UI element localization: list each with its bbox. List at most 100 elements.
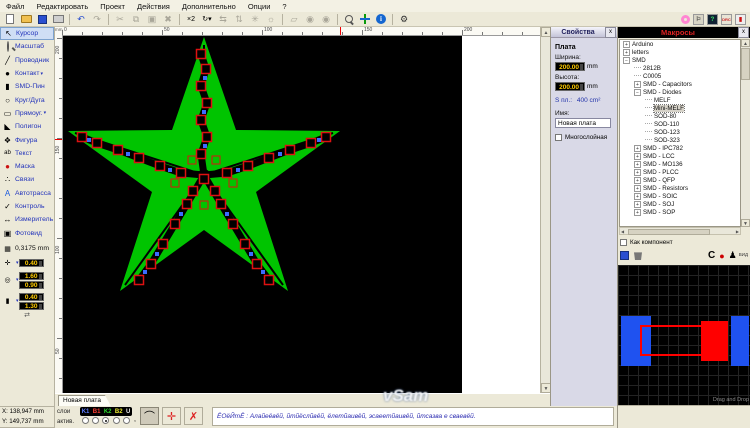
tree-item[interactable]: Mini-MELF — [620, 104, 740, 112]
tree-item[interactable]: C0005 — [620, 72, 740, 80]
undo-button[interactable]: ↶ — [74, 13, 88, 26]
tree-item[interactable]: SOD-110 — [620, 120, 740, 128]
smd-width-field[interactable]: 0.40 — [19, 293, 44, 301]
help-check-icon[interactable]: ? — [707, 14, 718, 25]
expand-plus-icon[interactable]: + — [634, 209, 641, 216]
layer-B2[interactable]: B2 — [115, 409, 123, 415]
board-height-field[interactable]: 200.00 — [555, 82, 585, 91]
save-button[interactable] — [35, 13, 49, 26]
tree-item[interactable]: +SMD - Capacitors — [620, 80, 740, 88]
tree-item[interactable]: MELF — [620, 96, 740, 104]
swap-values-icon[interactable]: ⇄ — [0, 311, 54, 319]
tool-conductor[interactable]: ╱Проводник — [0, 54, 54, 67]
smd-size-icon[interactable]: ▮ — [2, 297, 13, 305]
expand-plus-icon[interactable]: + — [634, 145, 641, 152]
expand-plus-icon[interactable]: + — [634, 185, 641, 192]
tool-measure[interactable]: ↔Измеритель — [0, 213, 54, 226]
tool-smd-pin[interactable]: ▮SMD-Пин — [0, 80, 54, 93]
track-width-icon[interactable]: ✛ — [2, 259, 13, 267]
layer-K2[interactable]: K2 — [104, 409, 112, 415]
layer-radio-K2[interactable] — [102, 417, 109, 424]
tree-scroll-down-icon[interactable]: ▼ — [741, 219, 750, 227]
macro-place-icon[interactable]: ♟ — [729, 250, 737, 261]
tree-item[interactable]: SOD-80 — [620, 112, 740, 120]
pad-drill-field[interactable]: 0.90 — [19, 281, 44, 289]
menu-item-Файл[interactable]: Файл — [0, 2, 30, 11]
layer-radio-B2[interactable] — [113, 417, 120, 424]
settings-gear-button[interactable]: ⚙ — [397, 13, 411, 26]
layer-B1[interactable]: B1 — [93, 409, 101, 415]
smd-height-field[interactable]: 1.30 — [19, 302, 44, 310]
layer-cross-button[interactable] — [358, 13, 372, 26]
menu-item-Редактировать[interactable]: Редактировать — [30, 2, 94, 11]
expand-plus-icon[interactable]: + — [634, 169, 641, 176]
menu-item-?[interactable]: ? — [276, 2, 292, 11]
tool-polygon[interactable]: ◣Полигон — [0, 120, 54, 133]
macro-library-tree[interactable]: +Arduino+letters−SMD2812BC0005+SMD - Cap… — [619, 39, 741, 227]
tree-item[interactable]: −SMD — [620, 56, 740, 64]
tree-item[interactable]: +SMD - LCC — [620, 152, 740, 160]
tool-mask[interactable]: ●Маска — [0, 160, 54, 173]
pad-outer-field[interactable]: 1.60 — [19, 272, 44, 280]
print-button[interactable] — [51, 13, 65, 26]
remove-route-button[interactable]: ✗ — [184, 407, 203, 425]
macro-rotate-icon[interactable]: C — [708, 250, 715, 261]
macro-delete-icon[interactable] — [634, 251, 642, 260]
expand-plus-icon[interactable]: + — [623, 49, 630, 56]
new-file-button[interactable] — [3, 13, 17, 26]
layer-K1[interactable]: K1 — [82, 409, 90, 415]
tree-horizontal-scrollbar[interactable]: ◀ ▶ — [619, 227, 741, 235]
properties-close-icon[interactable]: x — [605, 27, 616, 38]
track-width-field[interactable]: 0.40 — [19, 259, 44, 267]
tool-autoroute[interactable]: AАвтотрасса — [0, 187, 54, 200]
tool-shape[interactable]: ❖Фигура — [0, 133, 54, 146]
tree-item[interactable]: +letters — [620, 48, 740, 56]
layer-radio-K1[interactable] — [82, 417, 89, 424]
menu-item-Дополнительно[interactable]: Дополнительно — [176, 2, 242, 11]
tree-item[interactable]: SOD-123 — [620, 128, 740, 136]
track-bend-button[interactable]: ⌒ — [140, 407, 159, 425]
collapse-minus-icon[interactable]: − — [623, 57, 630, 64]
tree-item[interactable]: SOD-323 — [620, 136, 740, 144]
tool-circle-arc[interactable]: ○Круг/Дуга — [0, 93, 54, 106]
dropdown-arrow-icon[interactable]: ▾ — [44, 110, 47, 116]
layer-U[interactable]: U — [126, 409, 130, 415]
pad-size-icon[interactable]: ◎ — [2, 276, 13, 284]
board-width-field[interactable]: 200.00 — [555, 62, 585, 71]
layer-radio-U[interactable] — [123, 417, 130, 424]
tree-item[interactable]: −SMD - Diodes — [620, 88, 740, 96]
menu-item-Опции[interactable]: Опции — [242, 2, 277, 11]
duplicate-button[interactable]: ×2 — [184, 13, 198, 26]
macro-flip-icon[interactable]: ● — [719, 251, 724, 261]
layer-radio-B1[interactable] — [92, 417, 99, 424]
tree-scroll-left-icon[interactable]: ◀ — [621, 229, 624, 234]
tree-item[interactable]: +SMD - IPC782 — [620, 144, 740, 152]
expand-plus-icon[interactable]: + — [634, 201, 641, 208]
macros-close-icon[interactable]: x — [738, 27, 749, 38]
grid-step-value[interactable]: 0,3175 mm — [15, 245, 49, 252]
open-file-button[interactable] — [19, 13, 33, 26]
tree-item[interactable]: +SMD - PLCC — [620, 168, 740, 176]
tool-zoom[interactable]: Масштаб — [0, 40, 54, 53]
tool-photoview[interactable]: ▣Фотовид — [0, 226, 54, 239]
menu-item-Действия[interactable]: Действия — [131, 2, 176, 11]
drc-icon[interactable]: DRC — [721, 14, 732, 25]
multilayer-checkbox[interactable] — [555, 134, 562, 141]
rotate-button[interactable]: ↻▾ — [200, 13, 214, 26]
grid-icon[interactable]: ▦ — [2, 245, 13, 253]
scroll-up-icon[interactable]: ▲ — [541, 27, 550, 37]
expand-plus-icon[interactable]: + — [634, 193, 641, 200]
expand-plus-icon[interactable]: + — [634, 161, 641, 168]
tool-pad[interactable]: ●Контакт▾ — [0, 67, 54, 80]
tool-rectangle[interactable]: ▭Прямоуг.▾ — [0, 107, 54, 120]
tree-vertical-scrollbar[interactable]: ▲ ▼ — [741, 39, 750, 227]
board-name-field[interactable]: Новая плата — [555, 118, 611, 128]
canvas-vertical-scrollbar[interactable]: ▲ ▼ — [540, 27, 550, 393]
macro-preview[interactable]: Drag and Drop — [618, 265, 750, 405]
tree-item[interactable]: +SMD - MO136 — [620, 160, 740, 168]
collapse-minus-icon[interactable]: − — [634, 89, 641, 96]
tree-item[interactable]: 2812B — [620, 64, 740, 72]
macro-ring-icon[interactable] — [681, 15, 690, 24]
layer-indicator-bar[interactable]: K1B1K2B2U — [80, 407, 132, 416]
layer-radio-group[interactable] — [80, 417, 132, 424]
